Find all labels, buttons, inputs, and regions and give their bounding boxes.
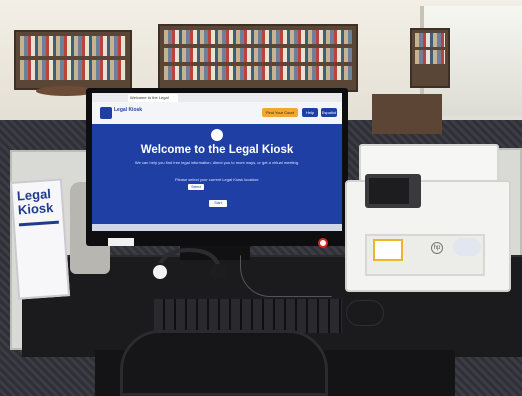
sign-divider (18, 220, 59, 227)
monitor-sticker (108, 238, 134, 246)
office-chair (120, 330, 328, 396)
headphones (151, 247, 226, 280)
page-title: Welcome to the Legal Kiosk (140, 144, 294, 156)
bookshelf-center (158, 24, 358, 92)
start-button[interactable]: Start (209, 200, 227, 207)
cable (240, 255, 332, 297)
hp-logo-icon: hp (431, 242, 443, 254)
location-prompt: Please select your current Legal Kiosk l… (174, 177, 260, 182)
bookshelf-left (14, 30, 132, 90)
printer-sticker (453, 238, 481, 256)
site-header: Legal Kiosk Find Your Court Help Español (92, 102, 342, 124)
monitor-screen: Welcome to the Legal Kiosk Legal Kiosk F… (92, 93, 342, 231)
help-button[interactable]: Help (302, 108, 318, 117)
printer-label (373, 239, 403, 261)
no-food-icon (318, 238, 328, 248)
browser-tab[interactable]: Welcome to the Legal Kiosk (128, 94, 178, 108)
scale-icon[interactable] (100, 107, 112, 119)
bookshelf-right (410, 28, 450, 88)
library-chair (372, 94, 442, 134)
photo-scene: Legal Kiosk Welcome to the Legal Kiosk L… (0, 0, 522, 396)
language-button[interactable]: Español (321, 108, 337, 117)
find-court-button[interactable]: Find Your Court (262, 108, 298, 117)
printer-control-panel (365, 174, 421, 208)
mouse (346, 300, 384, 326)
page-subtitle: We can help you find free legal informat… (134, 160, 300, 165)
printer-display (369, 178, 409, 204)
browser-toolbar: Welcome to the Legal Kiosk (92, 93, 342, 108)
location-select[interactable]: Select (188, 184, 204, 190)
sign-label: Legal Kiosk (16, 186, 54, 218)
legal-kiosk-sign: Legal Kiosk (9, 178, 71, 300)
taskbar (92, 224, 342, 231)
printer: hp (345, 140, 511, 292)
kiosk-icon (211, 129, 223, 141)
site-name[interactable]: Legal Kiosk (114, 107, 144, 113)
